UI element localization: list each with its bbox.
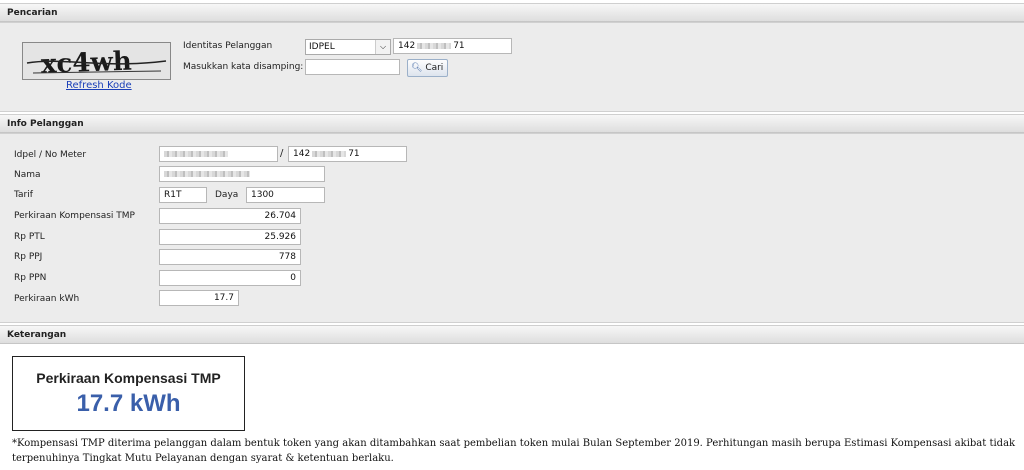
captcha-graphic: xc4wh [23,43,170,79]
info-section-title: Info Pelanggan [0,114,1024,133]
id-type-select[interactable]: IDPEL ⌵ [305,39,391,55]
separator: / [280,148,284,159]
kwh-field: 17.7 [159,290,239,306]
search-button[interactable]: 🔍︎ Cari [407,59,449,77]
captcha-input[interactable] [305,59,400,75]
masked-idpel [164,150,228,157]
masked-digits [417,42,452,49]
meter-prefix: 142 [293,149,311,159]
customer-id-label: Identitas Pelanggan [183,41,273,51]
nama-label: Nama [14,170,41,180]
compensation-box: Perkiraan Kompensasi TMP 17.7 kWh [12,356,245,431]
tarif-label: Tarif [14,190,33,200]
masked-name [164,170,250,177]
meter-field: 142 71 [288,146,407,162]
kwh-label: Perkiraan kWh [14,294,80,304]
daya-label: Daya [215,190,239,200]
ptl-label: Rp PTL [14,232,45,242]
search-section-title: Pencarian [0,3,1024,22]
tarif-field: R1T [159,187,207,203]
refresh-code-link[interactable]: Refresh Kode [66,80,132,91]
meter-suffix: 71 [348,149,360,159]
compensation-box-value: 17.7 kWh [76,390,181,417]
customer-id-suffix: 71 [453,41,465,51]
idpel-label: Idpel / No Meter [14,150,87,160]
chevron-down-icon: ⌵ [375,40,390,54]
ppj-field: 778 [159,249,301,265]
nama-field [159,166,325,182]
kompensasi-label: Perkiraan Kompensasi TMP [14,211,135,221]
customer-id-input[interactable]: 142 71 [393,38,512,54]
kompensasi-field: 26.704 [159,208,301,224]
compensation-box-title: Perkiraan Kompensasi TMP [36,370,221,386]
keterangan-note: *Kompensasi TMP diterima pelanggan dalam… [12,438,1016,464]
ptl-field: 25.926 [159,229,301,245]
ppn-field: 0 [159,270,301,286]
captcha-input-label: Masukkan kata disamping: [183,62,304,72]
search-icon: 🔍︎ [411,63,423,73]
ppn-label: Rp PPN [14,273,47,283]
keterangan-section-title: Keterangan [0,325,1024,344]
info-panel [0,133,1024,323]
id-type-value: IDPEL [309,42,335,52]
ppj-label: Rp PPJ [14,252,43,262]
daya-field: 1300 [246,187,325,203]
captcha-image: xc4wh [22,42,171,80]
search-button-label: Cari [425,63,444,73]
idpel-field [159,146,278,162]
masked-digits [312,150,347,157]
customer-id-prefix: 142 [398,41,416,51]
